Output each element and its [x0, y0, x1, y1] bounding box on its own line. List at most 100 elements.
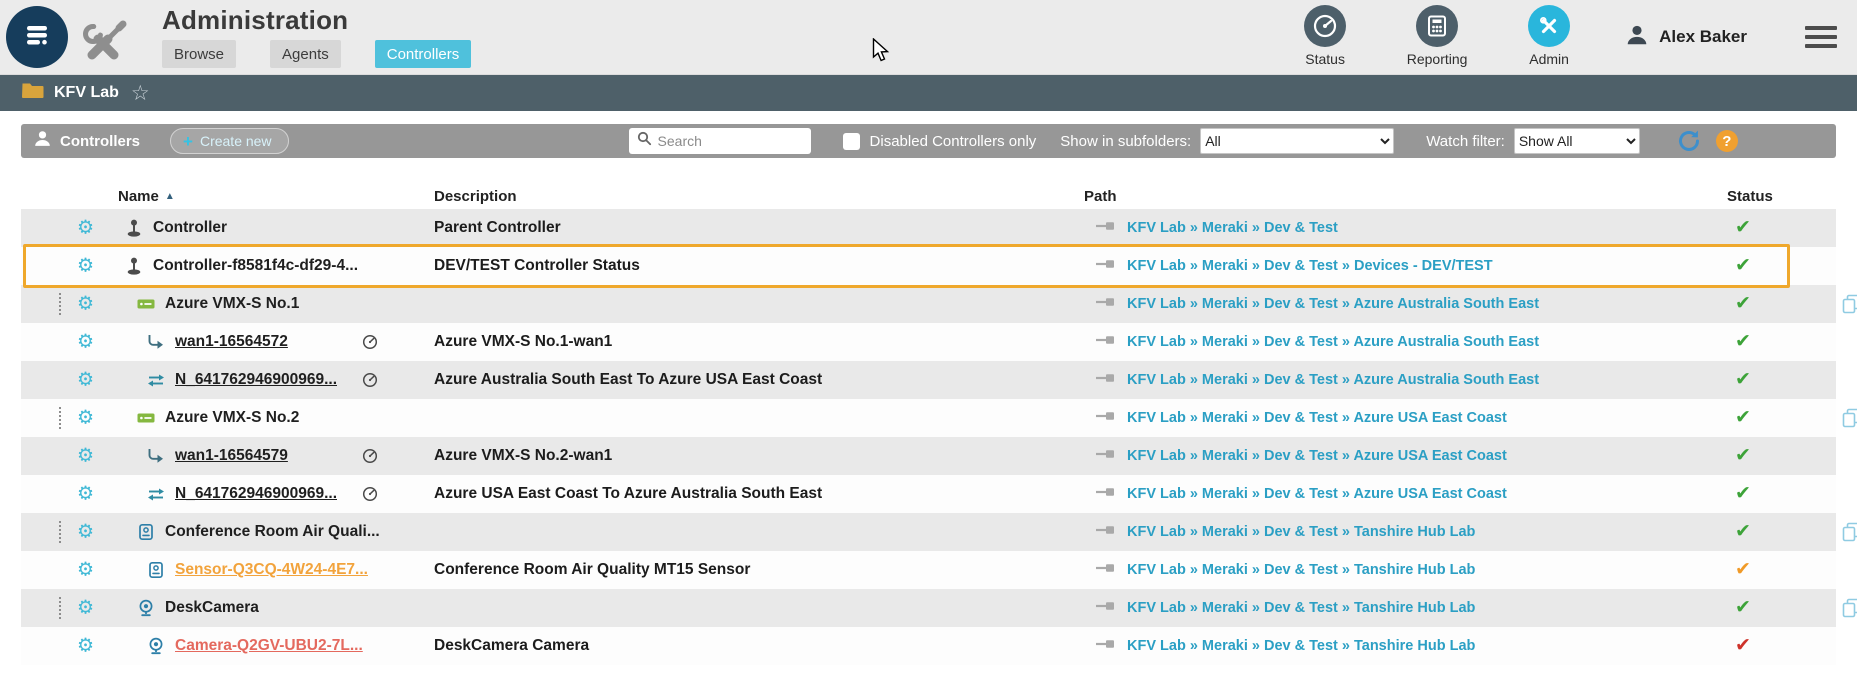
- row-path-link[interactable]: KFV Lab » Meraki » Dev & Test » Tanshire…: [1127, 524, 1475, 540]
- row-settings-gear-icon[interactable]: ⚙: [77, 295, 94, 314]
- row-path-link[interactable]: KFV Lab » Meraki » Dev & Test » Azure US…: [1127, 486, 1507, 502]
- user-menu[interactable]: Alex Baker: [1625, 23, 1747, 52]
- tab-browse[interactable]: Browse: [162, 40, 237, 68]
- row-settings-gear-icon[interactable]: ⚙: [77, 371, 94, 390]
- watch-filter-select[interactable]: Show All: [1513, 128, 1640, 154]
- table-row[interactable]: ⚙ Azure VMX-S No.2 KFV Lab » Meraki » Dev …: [21, 399, 1857, 437]
- row-status-cell: ✔: [1711, 598, 1836, 618]
- breadcrumb-folder[interactable]: KFV Lab: [54, 84, 119, 102]
- column-header-name[interactable]: Name ▲: [118, 188, 432, 205]
- row-path-link[interactable]: KFV Lab » Meraki » Dev & Test » Azure Au…: [1127, 334, 1539, 350]
- plus-icon: +: [183, 131, 193, 151]
- row-status-cell: ✔: [1711, 256, 1836, 276]
- path-node-icon: [1095, 371, 1117, 390]
- row-settings-gear-icon[interactable]: ⚙: [77, 219, 94, 238]
- status-check-icon: ✔: [1735, 331, 1751, 352]
- row-settings-gear-icon[interactable]: ⚙: [77, 409, 94, 428]
- row-path-link[interactable]: KFV Lab » Meraki » Dev & Test » Azure US…: [1127, 448, 1507, 464]
- row-settings-gear-icon[interactable]: ⚙: [77, 637, 94, 656]
- menu-icon[interactable]: [1805, 26, 1837, 48]
- row-path-link[interactable]: KFV Lab » Meraki » Dev & Test » Azure US…: [1127, 410, 1507, 426]
- row-settings-gear-icon[interactable]: ⚙: [77, 599, 94, 618]
- drag-handle-icon[interactable]: [59, 293, 61, 315]
- row-name[interactable]: wan1-16564579: [175, 447, 288, 465]
- row-settings-gear-icon[interactable]: ⚙: [77, 561, 94, 580]
- table-row[interactable]: ⚙ wan1-16564572 Azure VMX-S No.1-wan1 KFV L…: [21, 323, 1836, 361]
- row-status-cell: ✔: [1711, 446, 1836, 466]
- table-row[interactable]: ⚙ Controller Parent Controller KFV Lab » Me…: [21, 209, 1836, 247]
- row-settings-gear-icon[interactable]: ⚙: [77, 523, 94, 542]
- tab-controllers[interactable]: Controllers: [374, 40, 472, 68]
- copy-icon[interactable]: [1842, 294, 1857, 314]
- row-name-cell: N_641762946900969...: [118, 361, 432, 399]
- create-new-button[interactable]: + Create new: [170, 128, 289, 154]
- tab-agents[interactable]: Agents: [270, 40, 341, 68]
- path-node-icon: [1095, 409, 1117, 428]
- table-row[interactable]: ⚙ wan1-16564579 Azure VMX-S No.2-wan1 KFV L…: [21, 437, 1836, 475]
- column-header-description[interactable]: Description: [432, 188, 1075, 205]
- row-controls: ⚙: [21, 209, 118, 247]
- sort-asc-icon: ▲: [164, 190, 175, 202]
- table-row[interactable]: ⚙ Controller-f8581f4c-df29-4... DEV/TEST C…: [21, 244, 1836, 288]
- row-name-cell: DeskCamera: [118, 589, 432, 627]
- table-row[interactable]: ⚙ Conference Room Air Quali... KFV Lab » M…: [21, 513, 1857, 551]
- row-path-link[interactable]: KFV Lab » Meraki » Dev & Test » Azure Au…: [1127, 372, 1539, 388]
- path-node-icon: [1095, 295, 1117, 314]
- table-row[interactable]: ⚙ N_641762946900969... Azure USA East Coas…: [21, 475, 1836, 513]
- row-settings-gear-icon[interactable]: ⚙: [77, 333, 94, 352]
- row-status-cell: ✔: [1711, 522, 1836, 542]
- favorite-star-icon[interactable]: ☆: [131, 83, 150, 104]
- row-name[interactable]: Conference Room Air Quali...: [165, 523, 380, 541]
- row-description: DEV/TEST Controller Status: [434, 257, 640, 274]
- row-path-link[interactable]: KFV Lab » Meraki » Dev & Test » Tanshire…: [1127, 638, 1475, 654]
- table-row[interactable]: ⚙ DeskCamera KFV Lab » Meraki » Dev & Test…: [21, 589, 1857, 627]
- table-row[interactable]: ⚙ N_641762946900969... Azure Australia Sou…: [21, 361, 1836, 399]
- table-row[interactable]: ⚙ Azure VMX-S No.1 KFV Lab » Meraki » Dev …: [21, 285, 1857, 323]
- nav-reporting[interactable]: Reporting: [1395, 5, 1479, 67]
- row-name[interactable]: Controller: [153, 219, 227, 237]
- nav-status[interactable]: Status: [1283, 5, 1367, 67]
- row-status-cell: ✔: [1711, 332, 1836, 352]
- row-name[interactable]: N_641762946900969...: [175, 371, 337, 389]
- wan-icon: [146, 446, 166, 466]
- refresh-icon[interactable]: [1676, 128, 1702, 154]
- row-name[interactable]: DeskCamera: [165, 599, 259, 617]
- row-name[interactable]: Azure VMX-S No.2: [165, 409, 299, 427]
- row-name[interactable]: N_641762946900969...: [175, 485, 337, 503]
- help-icon[interactable]: ?: [1715, 130, 1738, 152]
- app-logo[interactable]: [6, 6, 68, 68]
- status-check-icon: ✔: [1735, 407, 1751, 428]
- copy-icon[interactable]: [1842, 522, 1857, 542]
- nav-admin[interactable]: Admin: [1507, 5, 1591, 67]
- gauge-icon: [362, 372, 378, 388]
- column-header-path[interactable]: Path: [1075, 188, 1711, 205]
- table-row[interactable]: ⚙ Sensor-Q3CQ-4W24-4E7... Conference Room …: [21, 551, 1836, 589]
- row-name[interactable]: wan1-16564572: [175, 333, 288, 351]
- subfolders-select[interactable]: All: [1200, 128, 1395, 154]
- controllers-section-icon: [33, 129, 52, 153]
- row-description: Azure VMX-S No.2-wan1: [434, 447, 613, 464]
- copy-icon[interactable]: [1842, 408, 1857, 428]
- drag-handle-icon[interactable]: [59, 521, 61, 543]
- row-name[interactable]: Controller-f8581f4c-df29-4...: [153, 257, 358, 275]
- drag-handle-icon[interactable]: [59, 407, 61, 429]
- row-settings-gear-icon[interactable]: ⚙: [77, 447, 94, 466]
- row-name-cell: Conference Room Air Quali...: [118, 513, 432, 551]
- disabled-controllers-checkbox[interactable]: [842, 132, 860, 150]
- row-path-link[interactable]: KFV Lab » Meraki » Dev & Test » Tanshire…: [1127, 562, 1475, 578]
- row-path-link[interactable]: KFV Lab » Meraki » Dev & Test: [1127, 220, 1338, 236]
- row-name[interactable]: Camera-Q2GV-UBU2-7L...: [175, 637, 363, 655]
- row-path-link[interactable]: KFV Lab » Meraki » Dev & Test » Azure Au…: [1127, 296, 1539, 312]
- copy-icon[interactable]: [1842, 598, 1857, 618]
- table-row[interactable]: ⚙ Camera-Q2GV-UBU2-7L... DeskCamera Camera…: [21, 627, 1836, 665]
- row-path-link[interactable]: KFV Lab » Meraki » Dev & Test » Tanshire…: [1127, 600, 1475, 616]
- column-header-status[interactable]: Status: [1711, 188, 1836, 205]
- search-input[interactable]: [657, 133, 803, 149]
- row-name[interactable]: Azure VMX-S No.1: [165, 295, 299, 313]
- row-path-link[interactable]: KFV Lab » Meraki » Dev & Test » Devices …: [1127, 258, 1493, 274]
- row-settings-gear-icon[interactable]: ⚙: [77, 485, 94, 504]
- path-node-icon: [1095, 333, 1117, 352]
- row-name[interactable]: Sensor-Q3CQ-4W24-4E7...: [175, 561, 368, 579]
- drag-handle-icon[interactable]: [59, 597, 61, 619]
- row-settings-gear-icon[interactable]: ⚙: [77, 257, 94, 276]
